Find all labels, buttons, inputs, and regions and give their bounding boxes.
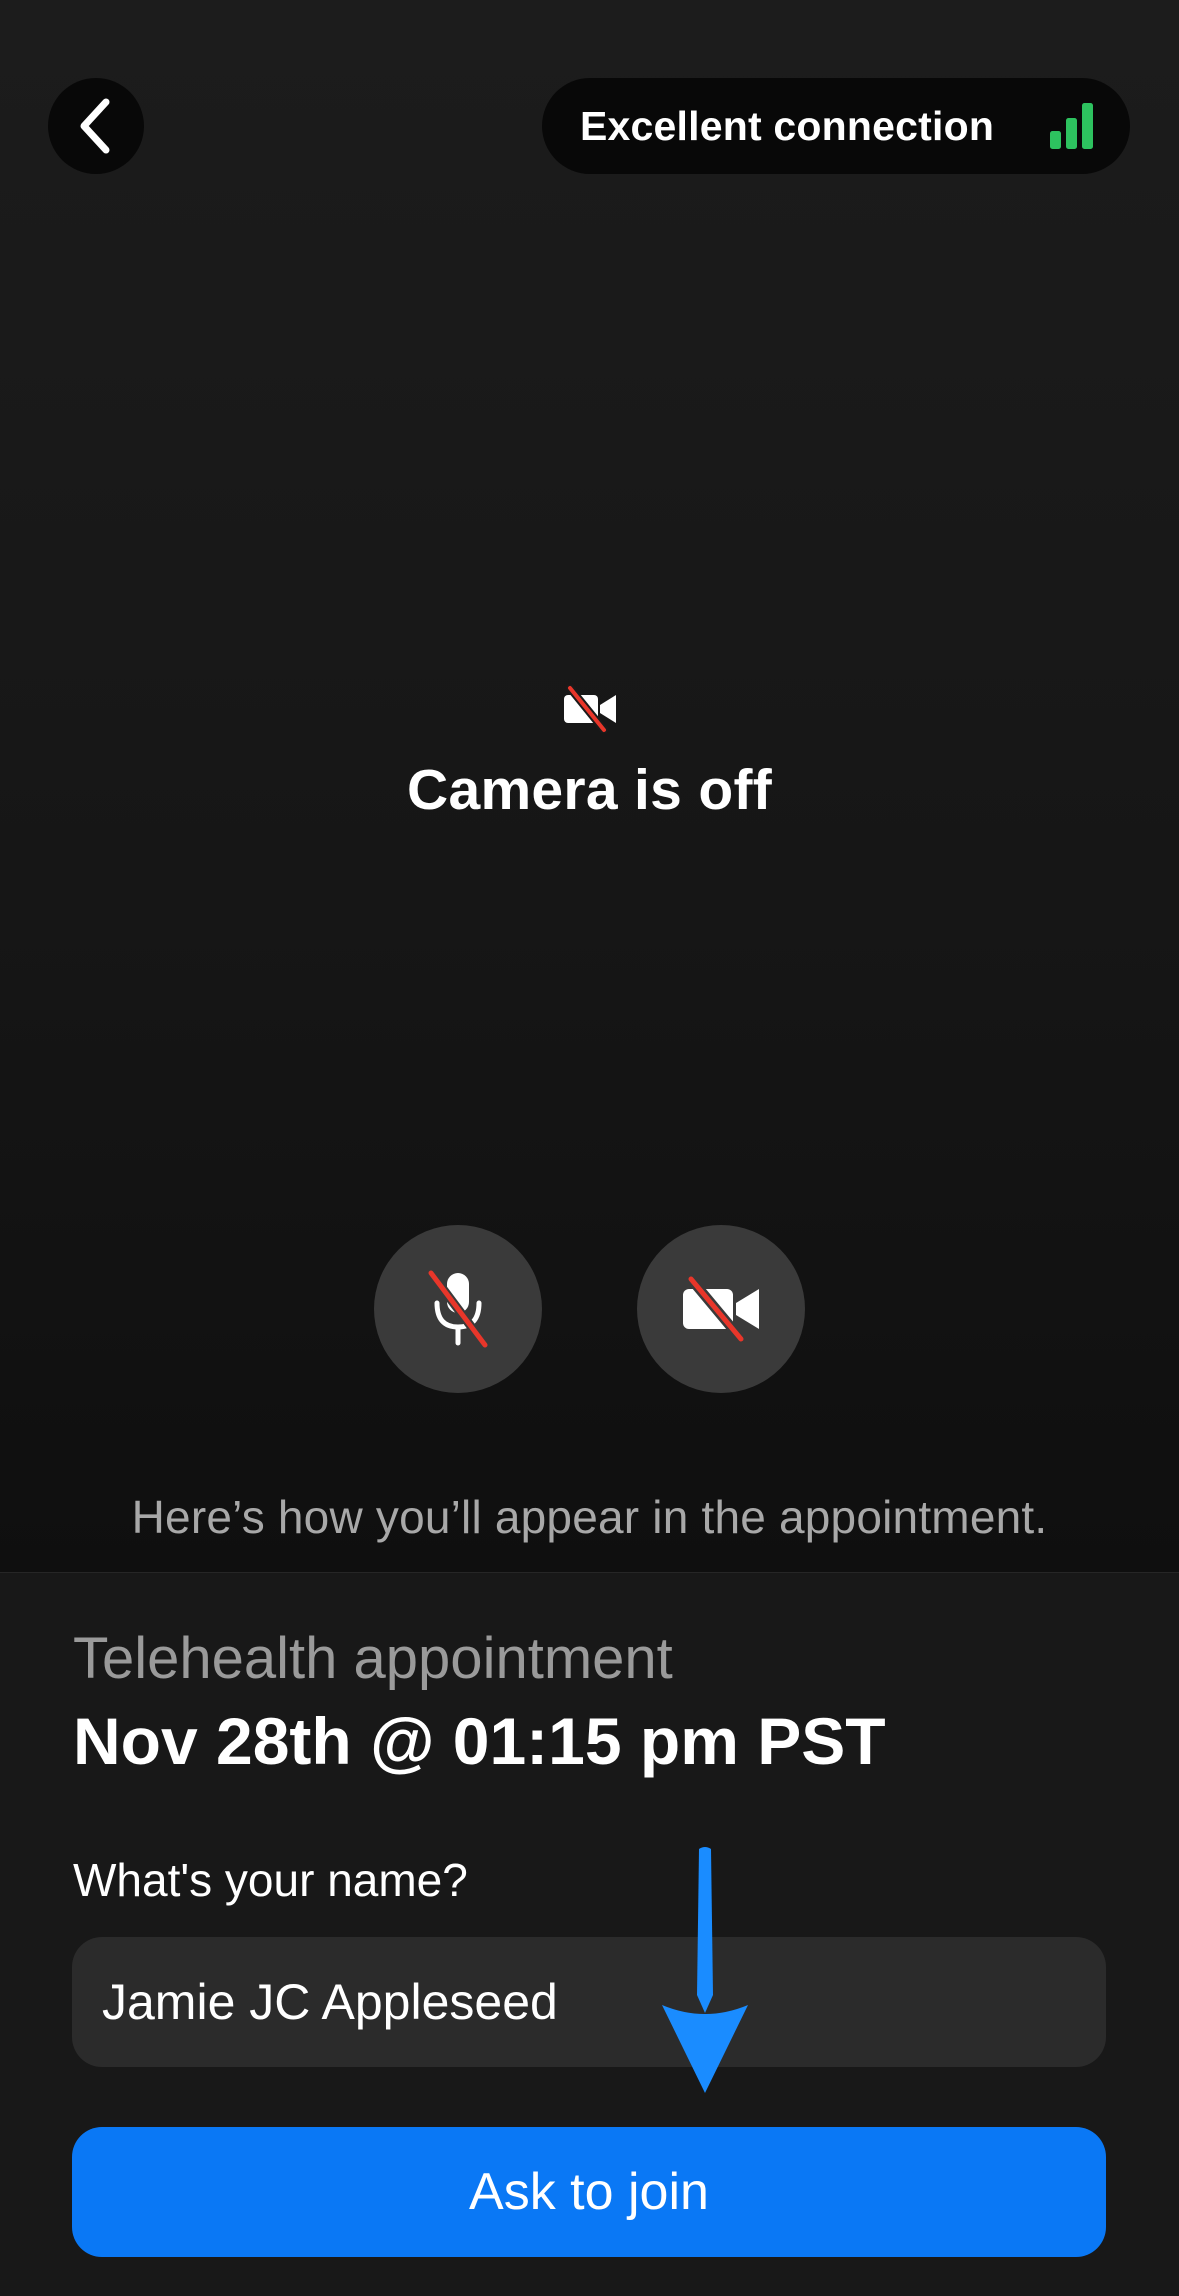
microphone-toggle-button[interactable] [374, 1225, 542, 1393]
camera-toggle-button[interactable] [637, 1225, 805, 1393]
ask-to-join-button[interactable]: Ask to join [72, 2127, 1106, 2257]
appointment-type-label: Telehealth appointment [73, 1626, 673, 1691]
back-button[interactable] [48, 78, 144, 174]
video-preview-screen: Excellent connection Camera is off Here’… [0, 0, 1179, 2296]
video-off-icon [563, 685, 616, 733]
name-input[interactable] [72, 1937, 1106, 2067]
appointment-sheet: Telehealth appointment Nov 28th @ 01:15 … [0, 1572, 1179, 2296]
appointment-datetime: Nov 28th @ 01:15 pm PST [73, 1704, 886, 1778]
name-field-label: What's your name? [73, 1854, 468, 1906]
appearance-hint-text: Here’s how you’ll appear in the appointm… [131, 1491, 1048, 1543]
signal-strength-icon [1050, 103, 1093, 149]
microphone-off-icon [426, 1269, 490, 1349]
connection-status-pill: Excellent connection [542, 78, 1130, 174]
chevron-left-icon [80, 98, 110, 154]
camera-off-indicator: Camera is off [0, 685, 1179, 823]
connection-status-text: Excellent connection [580, 102, 995, 149]
video-off-icon [683, 1275, 759, 1343]
camera-status-text: Camera is off [406, 758, 773, 822]
